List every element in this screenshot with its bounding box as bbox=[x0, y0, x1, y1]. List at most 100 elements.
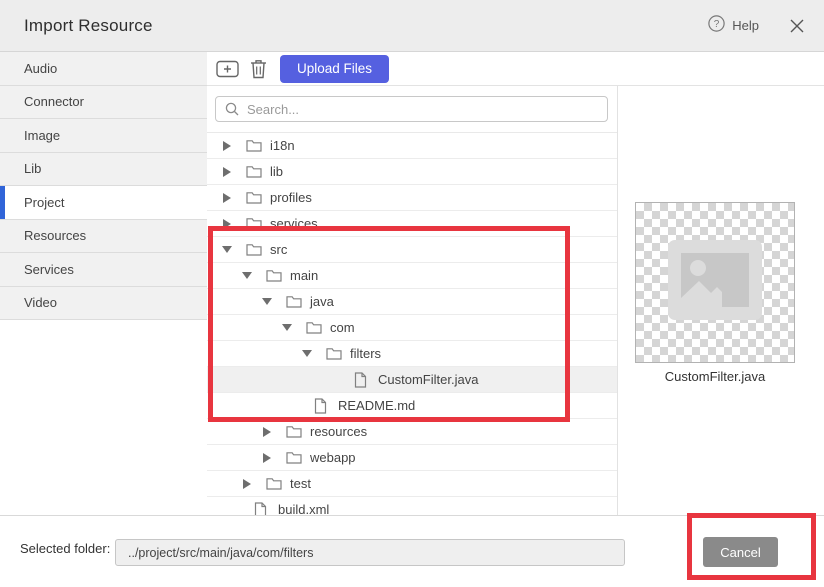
tree-item-label: services bbox=[270, 216, 318, 231]
folder-icon bbox=[266, 269, 282, 282]
tree-item-label: i18n bbox=[270, 138, 295, 153]
collapse-arrow-icon[interactable] bbox=[260, 298, 274, 306]
tree-item-label: lib bbox=[270, 164, 283, 179]
tree-item-filters[interactable]: filters bbox=[207, 341, 617, 367]
expand-arrow-icon[interactable] bbox=[220, 219, 234, 229]
tree-item-label: test bbox=[290, 476, 311, 491]
tree-item-label: main bbox=[290, 268, 318, 283]
collapse-arrow-icon[interactable] bbox=[220, 246, 234, 254]
collapse-arrow-icon[interactable] bbox=[240, 272, 254, 280]
sidebar-item-services[interactable]: Services bbox=[0, 253, 207, 287]
expand-arrow-icon[interactable] bbox=[220, 141, 234, 151]
tree-item-test[interactable]: test bbox=[207, 471, 617, 497]
upload-files-button[interactable]: Upload Files bbox=[280, 55, 389, 83]
new-folder-icon[interactable] bbox=[216, 59, 239, 78]
preview-panel: CustomFilter.java bbox=[618, 86, 824, 515]
tree-item-webapp[interactable]: webapp bbox=[207, 445, 617, 471]
search-row bbox=[207, 86, 617, 133]
tree-item-label: webapp bbox=[310, 450, 356, 465]
category-sidebar: Audio Connector Image Lib Project Resources Se… bbox=[0, 52, 207, 515]
tree-item-label: CustomFilter.java bbox=[378, 372, 478, 387]
folder-icon bbox=[306, 321, 322, 334]
sidebar-item-connector[interactable]: Connector bbox=[0, 86, 207, 120]
close-icon[interactable] bbox=[790, 19, 804, 33]
tree-item-main[interactable]: main bbox=[207, 263, 617, 289]
sidebar-item-image[interactable]: Image bbox=[0, 119, 207, 153]
file-icon bbox=[354, 372, 370, 388]
file-icon bbox=[314, 398, 330, 414]
tree-column: i18n lib profiles services srcmain javacom fil… bbox=[207, 86, 618, 515]
folder-icon bbox=[286, 425, 302, 438]
expand-arrow-icon[interactable] bbox=[240, 479, 254, 489]
search-input[interactable] bbox=[215, 96, 608, 122]
main-area: Upload Files i18n lib profiles services srcm… bbox=[207, 52, 824, 515]
file-icon bbox=[254, 502, 270, 516]
dialog-footer: Selected folder: Cancel bbox=[0, 515, 824, 587]
sidebar-item-lib[interactable]: Lib bbox=[0, 153, 207, 187]
collapse-arrow-icon[interactable] bbox=[300, 350, 314, 358]
tree-item-build-xml[interactable]: build.xml bbox=[207, 497, 617, 515]
trash-icon[interactable] bbox=[250, 59, 267, 79]
dialog-header: Import Resource ? Help bbox=[0, 0, 824, 52]
file-tree: i18n lib profiles services srcmain javacom fil… bbox=[207, 133, 617, 515]
sidebar-item-label: Image bbox=[0, 128, 60, 143]
sidebar-item-video[interactable]: Video bbox=[0, 287, 207, 321]
image-placeholder-icon bbox=[668, 240, 762, 325]
cancel-button[interactable]: Cancel bbox=[703, 537, 778, 567]
expand-arrow-icon[interactable] bbox=[260, 453, 274, 463]
tree-item-resources[interactable]: resources bbox=[207, 419, 617, 445]
import-resource-dialog: Import Resource ? Help Audio Connector Ima… bbox=[0, 0, 824, 587]
search-icon bbox=[225, 102, 239, 116]
expand-arrow-icon[interactable] bbox=[260, 427, 274, 437]
tree-item-label: README.md bbox=[338, 398, 415, 413]
collapse-arrow-icon[interactable] bbox=[280, 324, 294, 332]
sidebar-item-label: Services bbox=[0, 262, 74, 277]
expand-arrow-icon[interactable] bbox=[220, 167, 234, 177]
tree-item-src[interactable]: src bbox=[207, 237, 617, 263]
tree-item-services[interactable]: services bbox=[207, 211, 617, 237]
content-area: i18n lib profiles services srcmain javacom fil… bbox=[207, 86, 824, 515]
sidebar-item-label: Project bbox=[0, 195, 64, 210]
tree-item-label: filters bbox=[350, 346, 381, 361]
sidebar-item-label: Resources bbox=[0, 228, 86, 243]
help-icon: ? bbox=[708, 15, 725, 37]
tree-item-com[interactable]: com bbox=[207, 315, 617, 341]
selected-folder-label: Selected folder: bbox=[20, 541, 110, 556]
sidebar-item-resources[interactable]: Resources bbox=[0, 220, 207, 254]
folder-icon bbox=[286, 451, 302, 464]
sidebar-item-label: Video bbox=[0, 295, 57, 310]
tree-item-profiles[interactable]: profiles bbox=[207, 185, 617, 211]
sidebar-item-project[interactable]: Project bbox=[0, 186, 207, 220]
tree-item-readme-md[interactable]: README.md bbox=[207, 393, 617, 419]
tree-item-label: src bbox=[270, 242, 287, 257]
folder-icon bbox=[246, 217, 262, 230]
folder-icon bbox=[326, 347, 342, 360]
tree-item-label: resources bbox=[310, 424, 367, 439]
file-toolbar: Upload Files bbox=[207, 52, 824, 86]
preview-caption: CustomFilter.java bbox=[635, 369, 795, 384]
help-label: Help bbox=[732, 18, 759, 33]
dialog-body: Audio Connector Image Lib Project Resources Se… bbox=[0, 52, 824, 515]
tree-item-i18n[interactable]: i18n bbox=[207, 133, 617, 159]
search-box bbox=[215, 96, 608, 122]
header-actions: ? Help bbox=[708, 15, 804, 37]
dialog-title: Import Resource bbox=[24, 16, 153, 36]
folder-icon bbox=[266, 477, 282, 490]
folder-icon bbox=[286, 295, 302, 308]
selected-folder-input[interactable] bbox=[115, 539, 625, 566]
sidebar-item-label: Connector bbox=[0, 94, 84, 109]
tree-item-lib[interactable]: lib bbox=[207, 159, 617, 185]
folder-icon bbox=[246, 243, 262, 256]
folder-icon bbox=[246, 191, 262, 204]
sidebar-item-label: Audio bbox=[0, 61, 57, 76]
preview-thumbnail bbox=[635, 202, 795, 363]
tree-item-label: profiles bbox=[270, 190, 312, 205]
sidebar-item-audio[interactable]: Audio bbox=[0, 52, 207, 86]
help-button[interactable]: ? Help bbox=[708, 15, 759, 37]
folder-icon bbox=[246, 165, 262, 178]
sidebar-item-label: Lib bbox=[0, 161, 41, 176]
folder-icon bbox=[246, 139, 262, 152]
tree-item-java[interactable]: java bbox=[207, 289, 617, 315]
expand-arrow-icon[interactable] bbox=[220, 193, 234, 203]
tree-item-customfilter-java[interactable]: CustomFilter.java bbox=[207, 367, 617, 393]
